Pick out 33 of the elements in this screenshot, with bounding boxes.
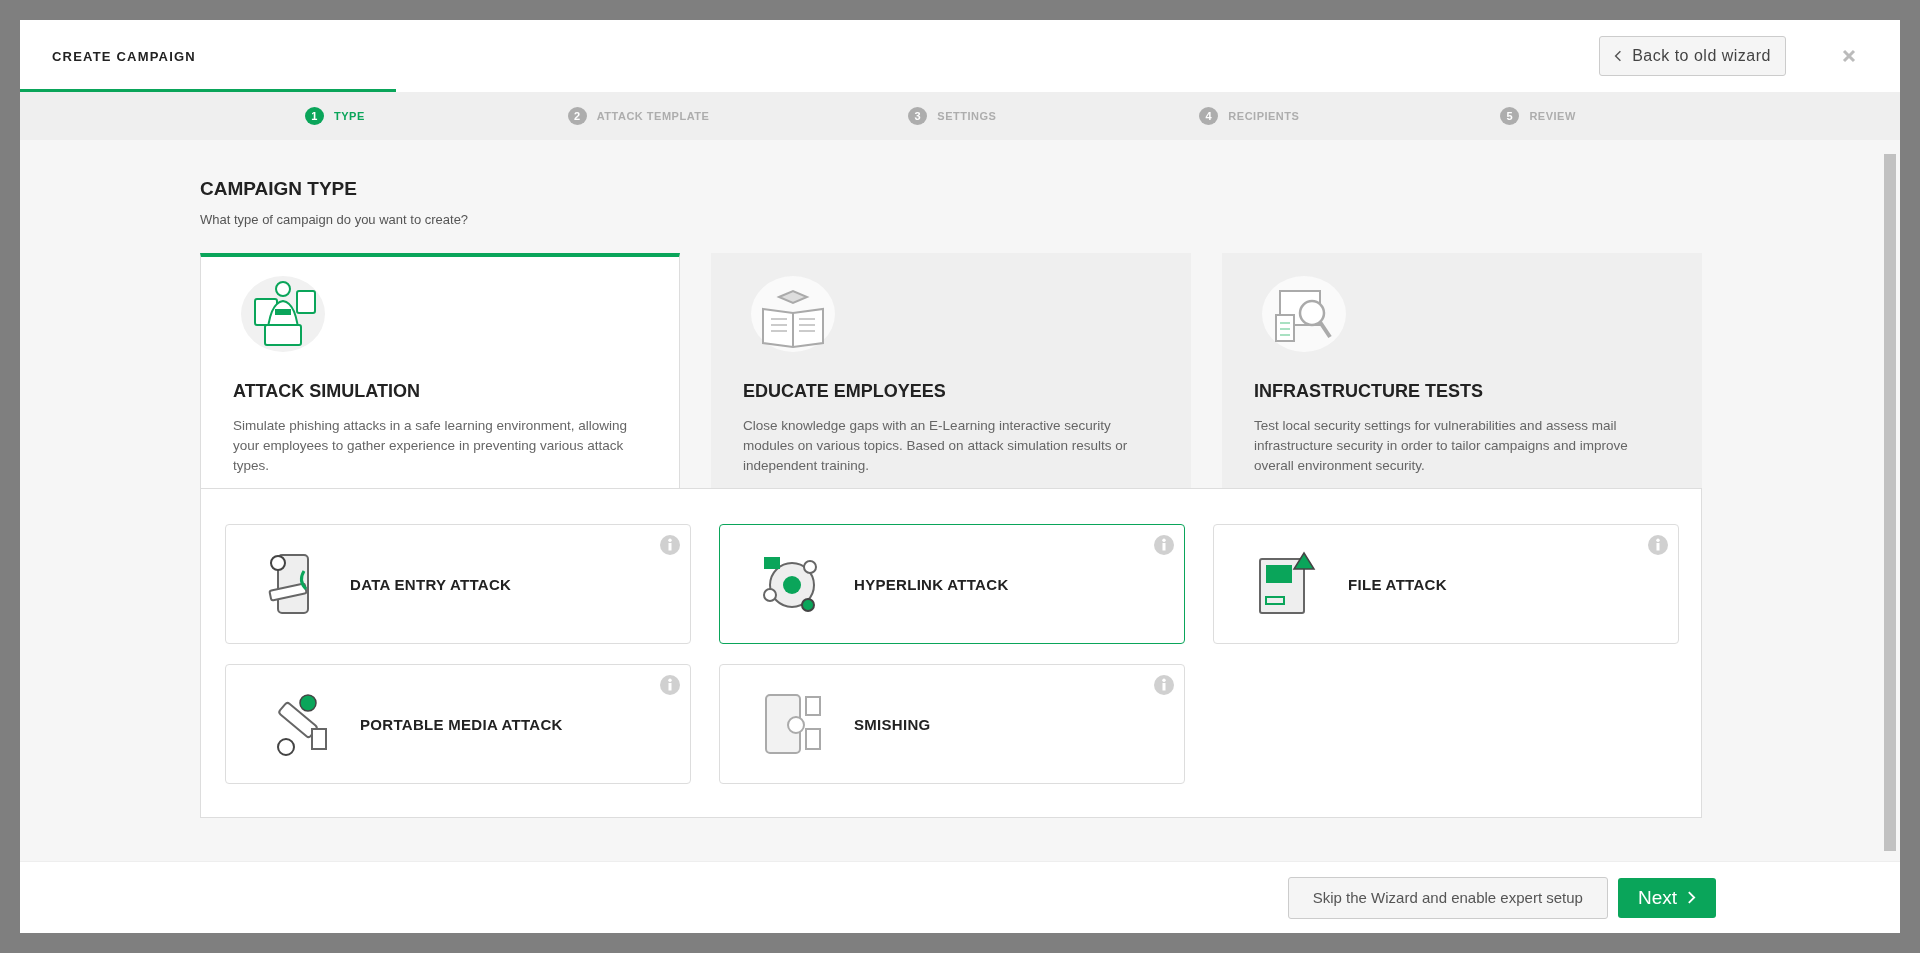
card-description: Close knowledge gaps with an E-Learning interactive security modules on various topics. Based on attack simulation results or independent training. <box>743 417 1129 475</box>
campaign-type-card[interactable]: ATTACK SIMULATION Simulate phishing attacks in a safe learning environment, allowing your employees to gather experience in preventing various attack types. <box>200 253 680 488</box>
card-title: EDUCATE EMPLOYEES <box>743 381 947 402</box>
close-icon[interactable] <box>1842 49 1856 63</box>
attack-type-card[interactable]: DATA ENTRY ATTACK <box>225 524 691 644</box>
attack-type-label: PORTABLE MEDIA ATTACK <box>360 715 563 733</box>
card-description: Test local security settings for vulnerabilities and assess mail infrastructure security in order to tailor campaigns and improve overall environment security. <box>1254 417 1629 475</box>
attack-type-card[interactable]: FILE ATTACK <box>1213 524 1679 644</box>
section-subtitle: What type of campaign do you want to create? <box>200 212 470 227</box>
campaign-type-card[interactable]: INFRASTRUCTURE TESTS Test local security settings for vulnerabilities and assess mail infrastructure security in order to tailor campaigns and improve overall environment security. <box>1222 253 1702 488</box>
attack-type-card[interactable]: SMISHING <box>719 664 1185 784</box>
info-icon[interactable] <box>660 675 680 695</box>
dialog-title: CREATE CAMPAIGN <box>52 48 197 64</box>
info-icon[interactable] <box>1648 535 1668 555</box>
card-title: INFRASTRUCTURE TESTS <box>1254 381 1484 402</box>
chevron-left-icon <box>1614 50 1623 62</box>
campaign-type-card[interactable]: EDUCATE EMPLOYEES Close knowledge gaps with an E-Learning interactive security modules on various topics. Based on attack simulation results or independent training. <box>711 253 1191 488</box>
attack-type-label: SMISHING <box>854 715 931 733</box>
skip-wizard-button[interactable]: Skip the Wizard and enable expert setup <box>1287 876 1608 919</box>
section-title: CAMPAIGN TYPE <box>200 178 358 200</box>
attack-type-label: FILE ATTACK <box>1348 575 1447 593</box>
attack-type-card[interactable]: HYPERLINK ATTACK <box>719 524 1185 644</box>
attack-type-label: HYPERLINK ATTACK <box>854 575 1009 593</box>
info-icon[interactable] <box>1154 535 1174 555</box>
scrollbar[interactable] <box>1884 154 1896 851</box>
info-icon[interactable] <box>660 535 680 555</box>
attack-type-card[interactable]: PORTABLE MEDIA ATTACK <box>225 664 691 784</box>
back-button[interactable]: Back to old wizard <box>1599 36 1786 76</box>
attack-type-label: DATA ENTRY ATTACK <box>350 575 512 593</box>
card-description: Simulate phishing attacks in a safe learning environment, allowing your employees to gather experience in preventing various attack types. <box>233 417 628 475</box>
card-title: ATTACK SIMULATION <box>233 381 421 402</box>
chevron-right-icon <box>1687 891 1696 904</box>
info-icon[interactable] <box>1154 675 1174 695</box>
